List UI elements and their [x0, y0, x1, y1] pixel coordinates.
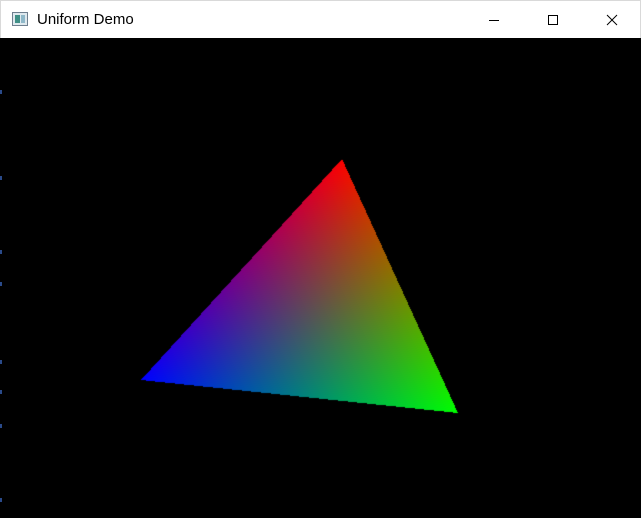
- app-icon-pane-right: [21, 15, 25, 23]
- minimize-icon: [489, 19, 499, 21]
- maximize-icon: [548, 14, 558, 25]
- close-icon: [606, 14, 618, 25]
- edge-mark: [0, 282, 2, 286]
- app-icon-pane-left: [15, 15, 20, 23]
- render-viewport[interactable]: [0, 38, 641, 518]
- edge-mark: [0, 90, 2, 94]
- left-edge-artifacts: [0, 38, 3, 518]
- maximize-button[interactable]: [524, 1, 582, 38]
- triangle-canvas: [0, 38, 641, 518]
- title-bar[interactable]: Uniform Demo: [0, 0, 641, 38]
- app-window: Uniform Demo: [0, 0, 641, 518]
- edge-mark: [0, 424, 2, 428]
- window-app-icon[interactable]: [12, 12, 28, 26]
- edge-mark: [0, 250, 2, 254]
- edge-mark: [0, 176, 2, 180]
- edge-mark: [0, 360, 2, 364]
- edge-mark: [0, 390, 2, 394]
- close-button[interactable]: [583, 1, 641, 38]
- edge-mark: [0, 498, 2, 502]
- window-title: Uniform Demo: [37, 11, 134, 28]
- minimize-button[interactable]: [465, 1, 523, 38]
